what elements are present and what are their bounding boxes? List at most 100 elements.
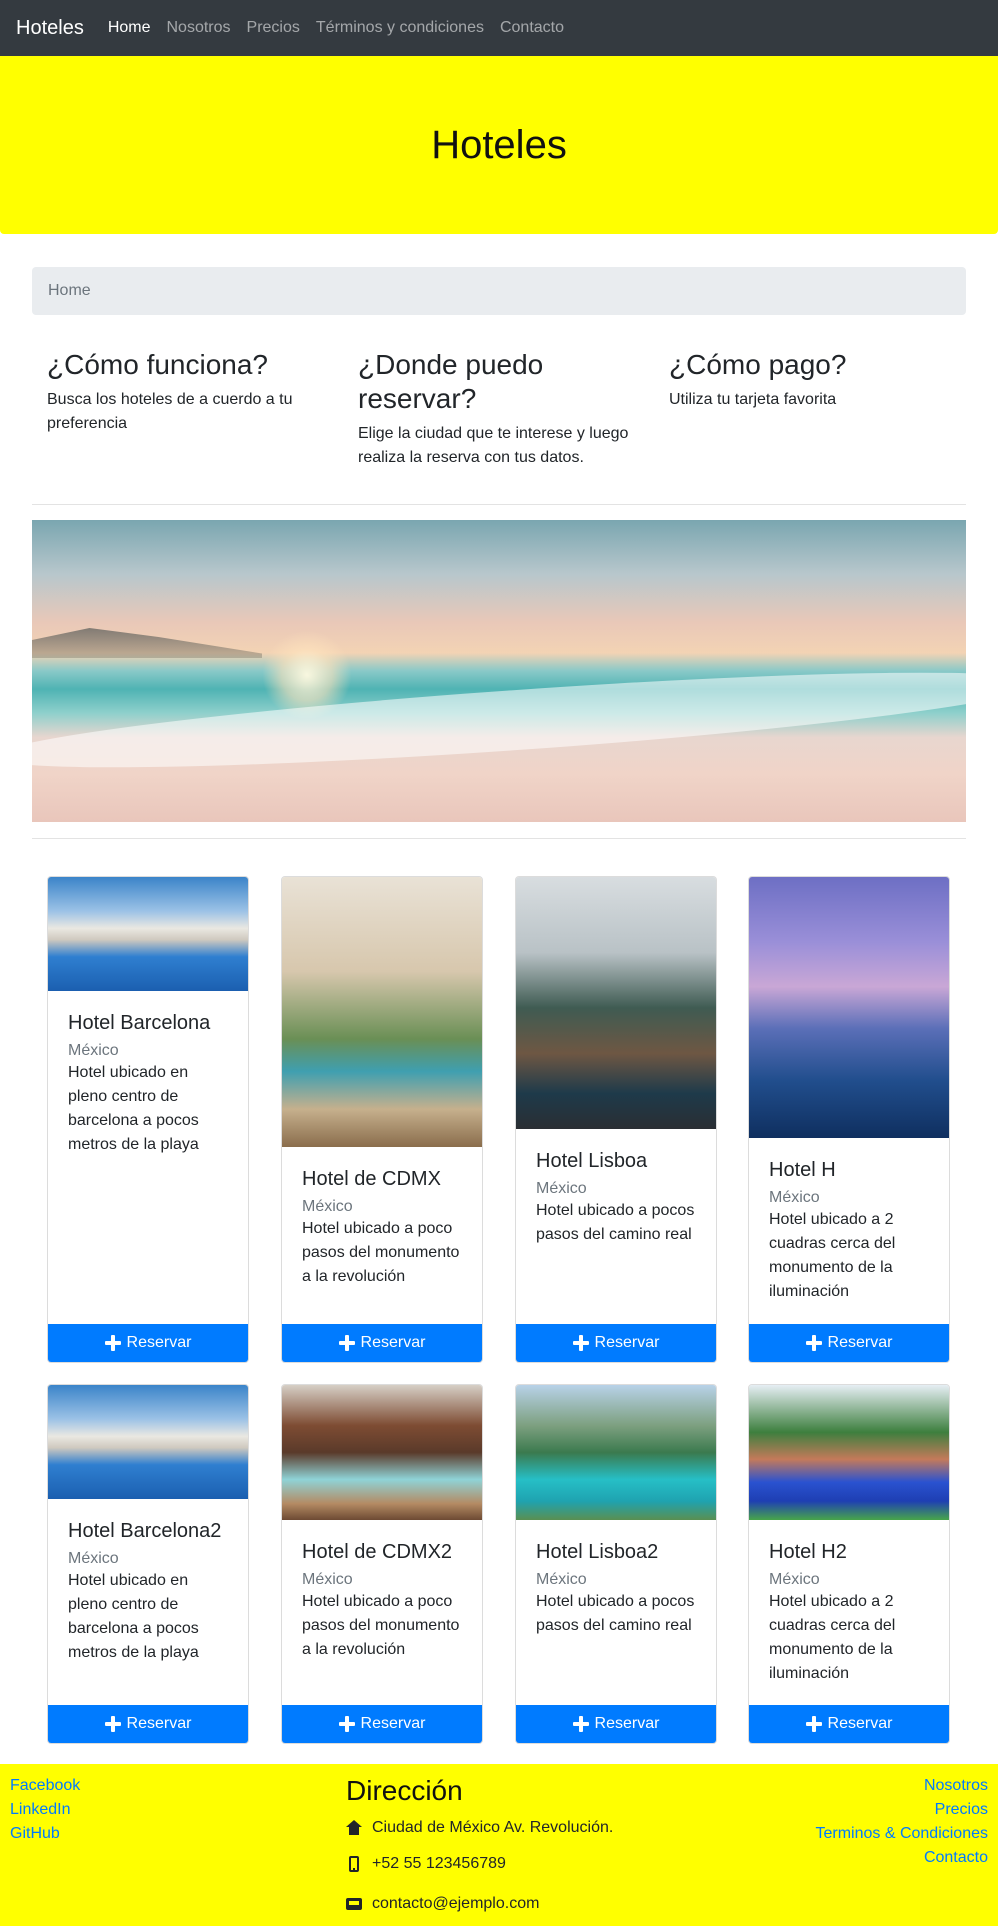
hero-title: Hoteles xyxy=(431,122,567,167)
reserve-label: Reservar xyxy=(594,1715,660,1732)
reserve-label: Reservar xyxy=(827,1715,893,1732)
nav-link-nosotros[interactable]: Nosotros xyxy=(167,19,231,37)
plus-icon xyxy=(104,1716,121,1732)
reserve-button[interactable]: Reservar xyxy=(516,1705,716,1743)
reserve-button[interactable]: Reservar xyxy=(749,1324,949,1362)
linkedin-link[interactable]: LinkedIn xyxy=(10,1798,80,1822)
hotel-image xyxy=(48,1385,248,1499)
hotel-country: México xyxy=(68,1550,119,1567)
reserve-label: Reservar xyxy=(126,1715,192,1732)
plus-icon xyxy=(572,1716,589,1732)
email-text: contacto@ejemplo.com xyxy=(372,1895,540,1912)
info-title: ¿Cómo pago? xyxy=(669,349,847,380)
plus-icon xyxy=(338,1716,355,1732)
navbar-brand[interactable]: Hoteles xyxy=(16,17,84,40)
hotel-name: Hotel Lisboa xyxy=(536,1150,648,1172)
wave-shape xyxy=(32,653,966,787)
mail-icon xyxy=(346,1896,362,1912)
footer-address: Dirección Ciudad de México Av. Revolució… xyxy=(346,1774,666,1924)
hotel-name: Hotel de CDMX2 xyxy=(302,1541,453,1563)
reserve-button[interactable]: Reservar xyxy=(48,1705,248,1743)
hotel-name: Hotel Barcelona xyxy=(68,1012,211,1034)
hotel-country: México xyxy=(302,1198,353,1215)
facebook-link[interactable]: Facebook xyxy=(10,1774,80,1798)
divider xyxy=(32,504,966,505)
hotel-description: Hotel ubicado a poco pasos del monumento… xyxy=(302,1593,460,1658)
plus-icon xyxy=(572,1335,589,1351)
phone-line: +52 55 123456789 xyxy=(346,1844,666,1884)
hotel-card: Hotel H2 México Hotel ubicado a 2 cuadra… xyxy=(748,1384,950,1744)
hotel-description: Hotel ubicado a pocos pasos del camino r… xyxy=(536,1593,695,1634)
hotel-description: Hotel ubicado en pleno centro de barcelo… xyxy=(68,1064,199,1153)
reserve-label: Reservar xyxy=(827,1334,893,1351)
footer-nav-links: Nosotros Precios Terminos & Condiciones … xyxy=(815,1774,988,1870)
divider xyxy=(32,838,966,839)
hotel-country: México xyxy=(769,1571,820,1588)
footer-link-precios[interactable]: Precios xyxy=(815,1798,988,1822)
nav-link-contacto[interactable]: Contacto xyxy=(500,19,564,37)
info-text: Elige la ciudad que te interese y luego … xyxy=(358,425,629,466)
reserve-button[interactable]: Reservar xyxy=(48,1324,248,1362)
coast-shape xyxy=(32,628,262,658)
hotel-name: Hotel H2 xyxy=(769,1541,847,1563)
reserve-button[interactable]: Reservar xyxy=(516,1324,716,1362)
hotel-country: México xyxy=(769,1189,820,1206)
address-line: Ciudad de México Av. Revolución. xyxy=(346,1812,666,1844)
hotel-country: México xyxy=(536,1180,587,1197)
footer: Facebook LinkedIn GitHub Dirección Ciuda… xyxy=(0,1764,998,1926)
address-text: Ciudad de México Av. Revolución. xyxy=(372,1819,614,1836)
phone-icon xyxy=(346,1856,362,1872)
reserve-button[interactable]: Reservar xyxy=(282,1705,482,1743)
hotel-description: Hotel ubicado a 2 cuadras cerca del monu… xyxy=(769,1211,896,1300)
info-where-to-book: ¿Donde puedo reservar? Elige la ciudad q… xyxy=(358,348,638,470)
footer-social-links: Facebook LinkedIn GitHub xyxy=(10,1774,80,1846)
plus-icon xyxy=(104,1335,121,1351)
beach-banner-image xyxy=(32,520,966,822)
address-title: Dirección xyxy=(346,1775,463,1806)
info-text: Utiliza tu tarjeta favorita xyxy=(669,391,837,408)
footer-link-terminos[interactable]: Terminos & Condiciones xyxy=(815,1822,988,1846)
hotel-description: Hotel ubicado a poco pasos del monumento… xyxy=(302,1220,460,1285)
hotel-image xyxy=(749,1385,949,1520)
home-icon xyxy=(346,1820,362,1836)
plus-icon xyxy=(338,1335,355,1351)
footer-link-contacto[interactable]: Contacto xyxy=(815,1846,988,1870)
hotel-name: Hotel H xyxy=(769,1159,836,1181)
reserve-button[interactable]: Reservar xyxy=(749,1705,949,1743)
hotel-country: México xyxy=(536,1571,587,1588)
hotel-card: Hotel Barcelona2 México Hotel ubicado en… xyxy=(47,1384,249,1744)
footer-link-nosotros[interactable]: Nosotros xyxy=(815,1774,988,1798)
info-text: Busca los hoteles de a cuerdo a tu prefe… xyxy=(47,391,293,432)
navbar: Hoteles Home Nosotros Precios Términos y… xyxy=(0,0,998,56)
hotel-name: Hotel de CDMX xyxy=(302,1168,441,1190)
plus-icon xyxy=(805,1335,822,1351)
hotel-image xyxy=(282,877,482,1147)
breadcrumb-item-home: Home xyxy=(48,282,91,299)
phone-text: +52 55 123456789 xyxy=(372,1855,506,1872)
hotel-image xyxy=(516,877,716,1129)
reserve-label: Reservar xyxy=(594,1334,660,1351)
info-how-to-pay: ¿Cómo pago? Utiliza tu tarjeta favorita xyxy=(669,348,949,412)
hotel-description: Hotel ubicado en pleno centro de barcelo… xyxy=(68,1572,199,1661)
hotel-image xyxy=(749,877,949,1138)
hotel-image xyxy=(48,877,248,991)
reserve-label: Reservar xyxy=(126,1334,192,1351)
breadcrumb: Home xyxy=(32,267,966,315)
github-link[interactable]: GitHub xyxy=(10,1822,80,1846)
hotel-card: Hotel de CDMX2 México Hotel ubicado a po… xyxy=(281,1384,483,1744)
hotel-card: Hotel Lisboa2 México Hotel ubicado a poc… xyxy=(515,1384,717,1744)
email-line: contacto@ejemplo.com xyxy=(346,1884,666,1924)
hotel-card: Hotel H México Hotel ubicado a 2 cuadras… xyxy=(748,876,950,1363)
hotel-country: México xyxy=(302,1571,353,1588)
hotel-card: Hotel de CDMX México Hotel ubicado a poc… xyxy=(281,876,483,1363)
hotel-description: Hotel ubicado a pocos pasos del camino r… xyxy=(536,1202,695,1243)
nav-link-precios[interactable]: Precios xyxy=(247,19,300,37)
hotel-description: Hotel ubicado a 2 cuadras cerca del monu… xyxy=(769,1593,896,1682)
nav-link-home[interactable]: Home xyxy=(108,19,151,37)
hotel-image xyxy=(282,1385,482,1520)
nav-link-terminos[interactable]: Términos y condiciones xyxy=(316,19,484,37)
reserve-button[interactable]: Reservar xyxy=(282,1324,482,1362)
hotel-card: Hotel Barcelona México Hotel ubicado en … xyxy=(47,876,249,1363)
reserve-label: Reservar xyxy=(360,1715,426,1732)
hotel-card: Hotel Lisboa México Hotel ubicado a poco… xyxy=(515,876,717,1363)
